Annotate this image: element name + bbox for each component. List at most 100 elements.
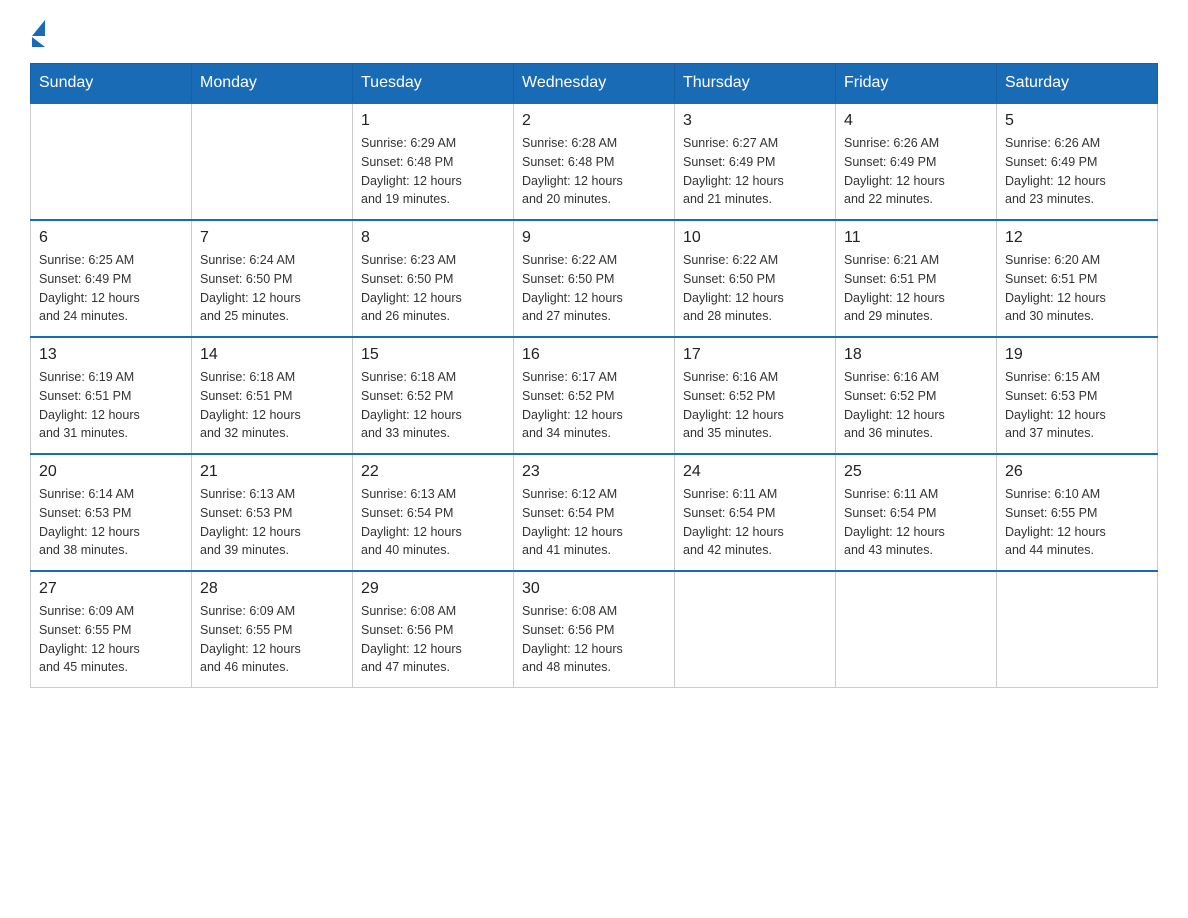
info-line: Sunset: 6:48 PM bbox=[361, 153, 505, 172]
info-line: Sunrise: 6:08 AM bbox=[361, 602, 505, 621]
info-line: Daylight: 12 hours bbox=[522, 289, 666, 308]
calendar-cell: 1 Sunrise: 6:29 AMSunset: 6:48 PMDaylight… bbox=[353, 103, 514, 220]
header-day-monday: Monday bbox=[192, 64, 353, 104]
day-number: 19 bbox=[1005, 346, 1149, 364]
info-line: Sunrise: 6:23 AM bbox=[361, 251, 505, 270]
day-info: Sunrise: 6:18 AMSunset: 6:52 PMDaylight:… bbox=[361, 368, 505, 443]
day-info: Sunrise: 6:11 AMSunset: 6:54 PMDaylight:… bbox=[683, 485, 827, 560]
info-line: Sunset: 6:50 PM bbox=[522, 270, 666, 289]
info-line: Sunset: 6:54 PM bbox=[522, 504, 666, 523]
day-info: Sunrise: 6:21 AMSunset: 6:51 PMDaylight:… bbox=[844, 251, 988, 326]
info-line: Sunrise: 6:21 AM bbox=[844, 251, 988, 270]
info-line: and 34 minutes. bbox=[522, 424, 666, 443]
day-info: Sunrise: 6:28 AMSunset: 6:48 PMDaylight:… bbox=[522, 134, 666, 209]
info-line: and 43 minutes. bbox=[844, 541, 988, 560]
day-info: Sunrise: 6:11 AMSunset: 6:54 PMDaylight:… bbox=[844, 485, 988, 560]
info-line: and 19 minutes. bbox=[361, 190, 505, 209]
day-number: 22 bbox=[361, 463, 505, 481]
info-line: and 33 minutes. bbox=[361, 424, 505, 443]
day-number: 25 bbox=[844, 463, 988, 481]
day-number: 7 bbox=[200, 229, 344, 247]
calendar-cell: 2 Sunrise: 6:28 AMSunset: 6:48 PMDaylight… bbox=[514, 103, 675, 220]
calendar-cell: 18Sunrise: 6:16 AMSunset: 6:52 PMDayligh… bbox=[836, 337, 997, 454]
calendar-cell: 28Sunrise: 6:09 AMSunset: 6:55 PMDayligh… bbox=[192, 571, 353, 688]
info-line: Daylight: 12 hours bbox=[361, 406, 505, 425]
info-line: Sunset: 6:56 PM bbox=[522, 621, 666, 640]
calendar-cell: 10Sunrise: 6:22 AMSunset: 6:50 PMDayligh… bbox=[675, 220, 836, 337]
info-line: Daylight: 12 hours bbox=[1005, 172, 1149, 191]
info-line: Daylight: 12 hours bbox=[1005, 523, 1149, 542]
info-line: Sunrise: 6:27 AM bbox=[683, 134, 827, 153]
info-line: and 26 minutes. bbox=[361, 307, 505, 326]
day-number: 15 bbox=[361, 346, 505, 364]
day-number: 6 bbox=[39, 229, 183, 247]
week-row-2: 6Sunrise: 6:25 AMSunset: 6:49 PMDaylight… bbox=[31, 220, 1158, 337]
info-line: Daylight: 12 hours bbox=[522, 172, 666, 191]
info-line: Sunrise: 6:28 AM bbox=[522, 134, 666, 153]
info-line: and 39 minutes. bbox=[200, 541, 344, 560]
info-line: Sunrise: 6:26 AM bbox=[844, 134, 988, 153]
info-line: Sunrise: 6:29 AM bbox=[361, 134, 505, 153]
calendar-cell: 15 Sunrise: 6:18 AMSunset: 6:52 PMDayligh… bbox=[353, 337, 514, 454]
info-line: and 36 minutes. bbox=[844, 424, 988, 443]
info-line: Sunrise: 6:22 AM bbox=[522, 251, 666, 270]
calendar-cell: 21 Sunrise: 6:13 AMSunset: 6:53 PMDayligh… bbox=[192, 454, 353, 571]
info-line: Sunrise: 6:13 AM bbox=[200, 485, 344, 504]
calendar-cell bbox=[192, 103, 353, 220]
day-info: Sunrise: 6:23 AMSunset: 6:50 PMDaylight:… bbox=[361, 251, 505, 326]
info-line: Sunrise: 6:17 AM bbox=[522, 368, 666, 387]
info-line: Sunset: 6:56 PM bbox=[361, 621, 505, 640]
day-number: 2 bbox=[522, 112, 666, 130]
day-info: Sunrise: 6:13 AMSunset: 6:53 PMDaylight:… bbox=[200, 485, 344, 560]
info-line: Daylight: 12 hours bbox=[683, 523, 827, 542]
info-line: Daylight: 12 hours bbox=[361, 640, 505, 659]
day-number: 21 bbox=[200, 463, 344, 481]
info-line: Sunset: 6:51 PM bbox=[1005, 270, 1149, 289]
info-line: Sunset: 6:51 PM bbox=[39, 387, 183, 406]
day-info: Sunrise: 6:16 AMSunset: 6:52 PMDaylight:… bbox=[844, 368, 988, 443]
info-line: Sunset: 6:49 PM bbox=[1005, 153, 1149, 172]
calendar-cell: 13Sunrise: 6:19 AMSunset: 6:51 PMDayligh… bbox=[31, 337, 192, 454]
calendar-cell bbox=[31, 103, 192, 220]
info-line: Sunset: 6:53 PM bbox=[39, 504, 183, 523]
info-line: Daylight: 12 hours bbox=[844, 289, 988, 308]
info-line: and 21 minutes. bbox=[683, 190, 827, 209]
day-info: Sunrise: 6:18 AMSunset: 6:51 PMDaylight:… bbox=[200, 368, 344, 443]
week-row-4: 20Sunrise: 6:14 AMSunset: 6:53 PMDayligh… bbox=[31, 454, 1158, 571]
day-info: Sunrise: 6:29 AMSunset: 6:48 PMDaylight:… bbox=[361, 134, 505, 209]
day-number: 1 bbox=[361, 112, 505, 130]
calendar-cell: 17Sunrise: 6:16 AMSunset: 6:52 PMDayligh… bbox=[675, 337, 836, 454]
info-line: Daylight: 12 hours bbox=[522, 523, 666, 542]
info-line: Daylight: 12 hours bbox=[844, 406, 988, 425]
info-line: Daylight: 12 hours bbox=[522, 640, 666, 659]
calendar-cell bbox=[675, 571, 836, 688]
calendar-cell: 8Sunrise: 6:23 AMSunset: 6:50 PMDaylight… bbox=[353, 220, 514, 337]
info-line: Sunrise: 6:16 AM bbox=[683, 368, 827, 387]
info-line: and 45 minutes. bbox=[39, 658, 183, 677]
info-line: Sunset: 6:54 PM bbox=[361, 504, 505, 523]
header-day-friday: Friday bbox=[836, 64, 997, 104]
header-row: SundayMondayTuesdayWednesdayThursdayFrid… bbox=[31, 64, 1158, 104]
info-line: Sunset: 6:53 PM bbox=[1005, 387, 1149, 406]
info-line: Daylight: 12 hours bbox=[200, 640, 344, 659]
info-line: Sunrise: 6:14 AM bbox=[39, 485, 183, 504]
info-line: Sunset: 6:48 PM bbox=[522, 153, 666, 172]
day-number: 29 bbox=[361, 580, 505, 598]
info-line: and 30 minutes. bbox=[1005, 307, 1149, 326]
week-row-3: 13Sunrise: 6:19 AMSunset: 6:51 PMDayligh… bbox=[31, 337, 1158, 454]
calendar-cell: 26Sunrise: 6:10 AMSunset: 6:55 PMDayligh… bbox=[997, 454, 1158, 571]
info-line: Sunset: 6:50 PM bbox=[683, 270, 827, 289]
day-info: Sunrise: 6:08 AMSunset: 6:56 PMDaylight:… bbox=[361, 602, 505, 677]
info-line: Sunset: 6:52 PM bbox=[683, 387, 827, 406]
info-line: and 46 minutes. bbox=[200, 658, 344, 677]
info-line: Sunrise: 6:08 AM bbox=[522, 602, 666, 621]
info-line: and 47 minutes. bbox=[361, 658, 505, 677]
day-number: 23 bbox=[522, 463, 666, 481]
day-info: Sunrise: 6:26 AMSunset: 6:49 PMDaylight:… bbox=[844, 134, 988, 209]
info-line: Sunset: 6:52 PM bbox=[844, 387, 988, 406]
info-line: Sunrise: 6:18 AM bbox=[361, 368, 505, 387]
info-line: Sunrise: 6:25 AM bbox=[39, 251, 183, 270]
info-line: Sunrise: 6:09 AM bbox=[200, 602, 344, 621]
calendar-cell: 23Sunrise: 6:12 AMSunset: 6:54 PMDayligh… bbox=[514, 454, 675, 571]
info-line: Sunset: 6:53 PM bbox=[200, 504, 344, 523]
